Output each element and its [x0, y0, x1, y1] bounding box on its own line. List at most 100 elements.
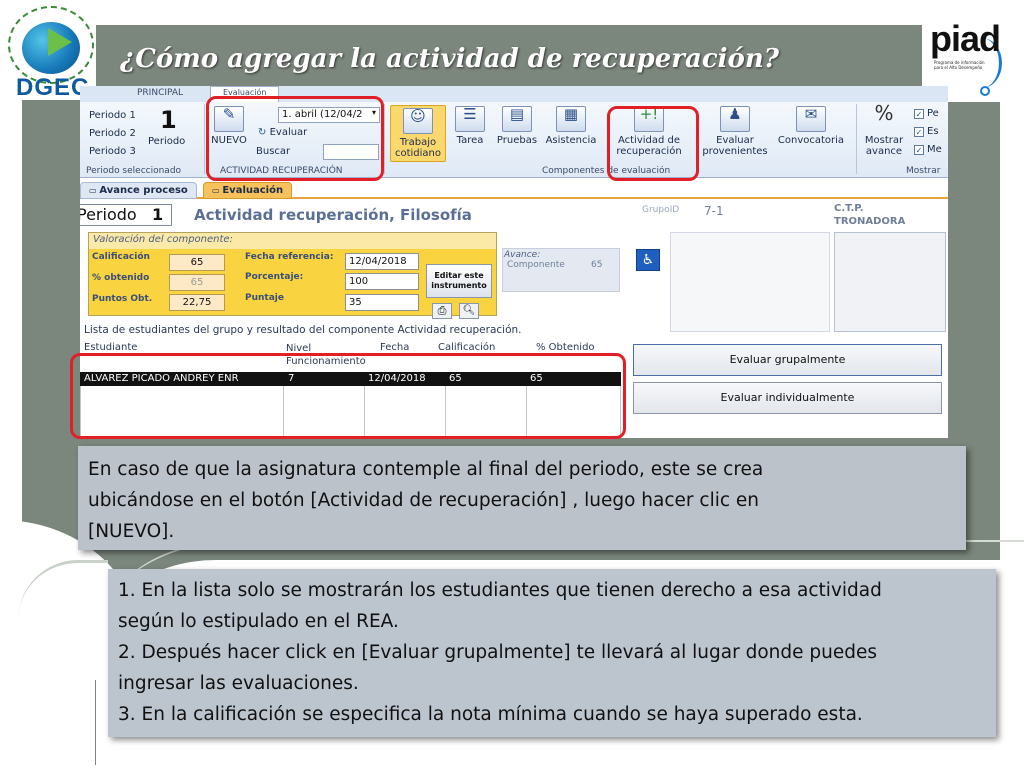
puntos-field: 22,75: [169, 294, 225, 311]
tab-evaluacion-doc-label: Evaluación: [222, 185, 284, 196]
calificacion-label: Calificación: [92, 252, 150, 262]
arrow-icon: [48, 28, 72, 56]
evaluar-individualmente-button[interactable]: Evaluar individualmente: [633, 382, 942, 414]
ribbon-separator: [856, 104, 857, 174]
school-name: C.T.P. TRONADORA: [834, 203, 906, 227]
checkbox-icon: ✓: [914, 145, 924, 155]
porcentaje-label: Porcentaje:: [245, 272, 304, 282]
column-obtenido[interactable]: % Obtenido: [536, 342, 595, 353]
note-2-line-2: según lo estipulado en el REA.: [118, 611, 399, 632]
grupoid-value: 7-1: [704, 204, 724, 218]
evaluar-grupalmente-button[interactable]: Evaluar grupalmente: [633, 344, 942, 376]
piad-logo-text: piad: [930, 18, 1001, 59]
slide-title: ¿Cómo agregar la actividad de recuperaci…: [120, 44, 780, 74]
calendar-icon: ▦: [556, 106, 586, 132]
notice-icon: ✉: [796, 106, 826, 132]
student-list-caption: Lista de estudiantes del grupo y resulta…: [84, 324, 522, 336]
mostrar-group-caption: Mostrar: [906, 166, 941, 176]
fecha-field[interactable]: 12/04/2018: [345, 253, 419, 270]
percent-icon: %: [874, 101, 894, 125]
period-number: 1: [160, 106, 177, 134]
period-group-caption: Periodo seleccionado: [86, 166, 182, 176]
grupoid-label: GrupoID: [642, 205, 680, 215]
person-arrow-icon: ☺: [403, 108, 433, 134]
mostrar-avance-label: Mostrar avance: [864, 135, 904, 157]
form-icon: ▭: [212, 186, 223, 195]
obtenido-field: 65: [169, 274, 225, 291]
accessibility-icon[interactable]: ♿: [636, 249, 660, 271]
note-2-line-1: 1. En la lista solo se mostrarán los est…: [118, 580, 882, 601]
slide: DGEC piad Programa de información para e…: [0, 0, 1024, 768]
convocatoria-label: Convocatoria: [777, 135, 845, 146]
valoracion-fields: Calificación 65 % obtenido 65 Puntos Obt…: [89, 249, 496, 319]
instruction-note-1: En caso de que la asignatura contemple a…: [78, 446, 966, 550]
printer-icon[interactable]: ⎙: [432, 303, 452, 319]
tarea-label: Tarea: [456, 135, 484, 146]
puntaje-field[interactable]: 35: [345, 294, 419, 311]
task-icon: ☰: [455, 106, 485, 132]
note-1-line-3: [NUEVO].: [88, 521, 175, 542]
valoracion-title: Valoración del componente:: [93, 234, 233, 245]
ribbon-separator: [204, 104, 205, 174]
column-estudiante[interactable]: Estudiante: [84, 342, 137, 353]
calificacion-field[interactable]: 65: [169, 254, 225, 271]
porcentaje-field[interactable]: 100: [345, 273, 419, 290]
tarea-button[interactable]: ☰ Tarea: [452, 106, 488, 146]
highlight-actividad-recuperacion: [607, 106, 699, 181]
checkbox-icon: ✓: [914, 109, 924, 119]
obtenido-label: % obtenido: [92, 273, 150, 283]
componente-label: Componente: [507, 260, 565, 270]
puntos-label: Puntos Obt.: [92, 294, 153, 304]
students-icon: ♟: [720, 106, 750, 132]
asistencia-label: Asistencia: [545, 135, 597, 146]
avance-panel: Avance: Componente 65: [502, 248, 620, 292]
photo-placeholder: [670, 232, 830, 332]
document-tabs: ▭ Avance proceso ▭ Evaluación: [80, 179, 948, 199]
note-1-line-1: En caso de que la asignatura contemple a…: [88, 459, 764, 480]
test-icon: ▤: [502, 106, 532, 132]
photo-placeholder-2: [834, 232, 946, 332]
asistencia-button[interactable]: ▦ Asistencia: [542, 106, 600, 146]
componente-value: 65: [591, 260, 603, 270]
column-calificacion[interactable]: Calificación: [438, 342, 495, 353]
trabajo-cotidiano-label: Trabajo cotidiano: [394, 137, 442, 159]
tab-principal[interactable]: PRINCIPAL: [137, 88, 183, 98]
highlight-nuevo: [206, 96, 384, 181]
period-1-option[interactable]: Periodo 1: [89, 110, 136, 121]
note-2-line-5: 3. En la calificación se especifica la n…: [118, 704, 863, 725]
period-2-option[interactable]: Periodo 2: [89, 128, 136, 139]
valoracion-panel: Valoración del componente: Calificación …: [88, 232, 497, 319]
tab-avance-proceso-label: Avance proceso: [99, 185, 188, 196]
tab-evaluacion-doc[interactable]: ▭ Evaluación: [203, 182, 293, 199]
circle-icon: [980, 86, 990, 96]
editar-instrumento-button[interactable]: Editar este instrumento: [426, 264, 492, 298]
tab-avance-proceso[interactable]: ▭ Avance proceso: [80, 182, 197, 199]
note-2-line-4: ingresar las evaluaciones.: [118, 673, 359, 694]
period-button[interactable]: Periodo: [148, 136, 185, 147]
piad-logo-subtitle: Programa de información para el Alto Des…: [934, 60, 985, 70]
pruebas-label: Pruebas: [496, 135, 538, 146]
periodo-value: 1: [152, 205, 164, 224]
ribbon-separator: [384, 104, 385, 174]
checkbox-es-label: Es: [927, 126, 939, 137]
puntaje-label: Puntaje: [245, 293, 284, 303]
preview-icon[interactable]: 🔍︎: [459, 303, 479, 319]
highlight-student-list: [70, 353, 626, 439]
checkbox-me[interactable]: ✓ Me: [914, 144, 942, 155]
instruction-note-2: 1. En la lista solo se mostrarán los est…: [108, 569, 996, 737]
period-3-option[interactable]: Periodo 3: [89, 146, 136, 157]
dgec-logo-text: DGEC: [16, 74, 90, 101]
fecha-label: Fecha referencia:: [245, 252, 334, 262]
activity-title: Actividad recuperación, Filosofía: [194, 206, 472, 224]
convocatoria-button[interactable]: ✉ Convocatoria: [772, 106, 850, 146]
checkbox-es[interactable]: ✓ Es: [914, 126, 939, 137]
column-fecha[interactable]: Fecha: [380, 342, 409, 353]
evaluar-provenientes-button[interactable]: ♟ Evaluar provenientes: [698, 106, 772, 157]
mostrar-avance-button[interactable]: % Mostrar avance: [860, 101, 908, 157]
pruebas-button[interactable]: ▤ Pruebas: [492, 106, 542, 146]
form-icon: ▭: [89, 186, 100, 195]
checkbox-pe-label: Pe: [927, 108, 939, 119]
trabajo-cotidiano-button[interactable]: ☺ Trabajo cotidiano: [390, 105, 446, 162]
checkbox-pe[interactable]: ✓ Pe: [914, 108, 939, 119]
evaluar-provenientes-label: Evaluar provenientes: [702, 135, 768, 157]
